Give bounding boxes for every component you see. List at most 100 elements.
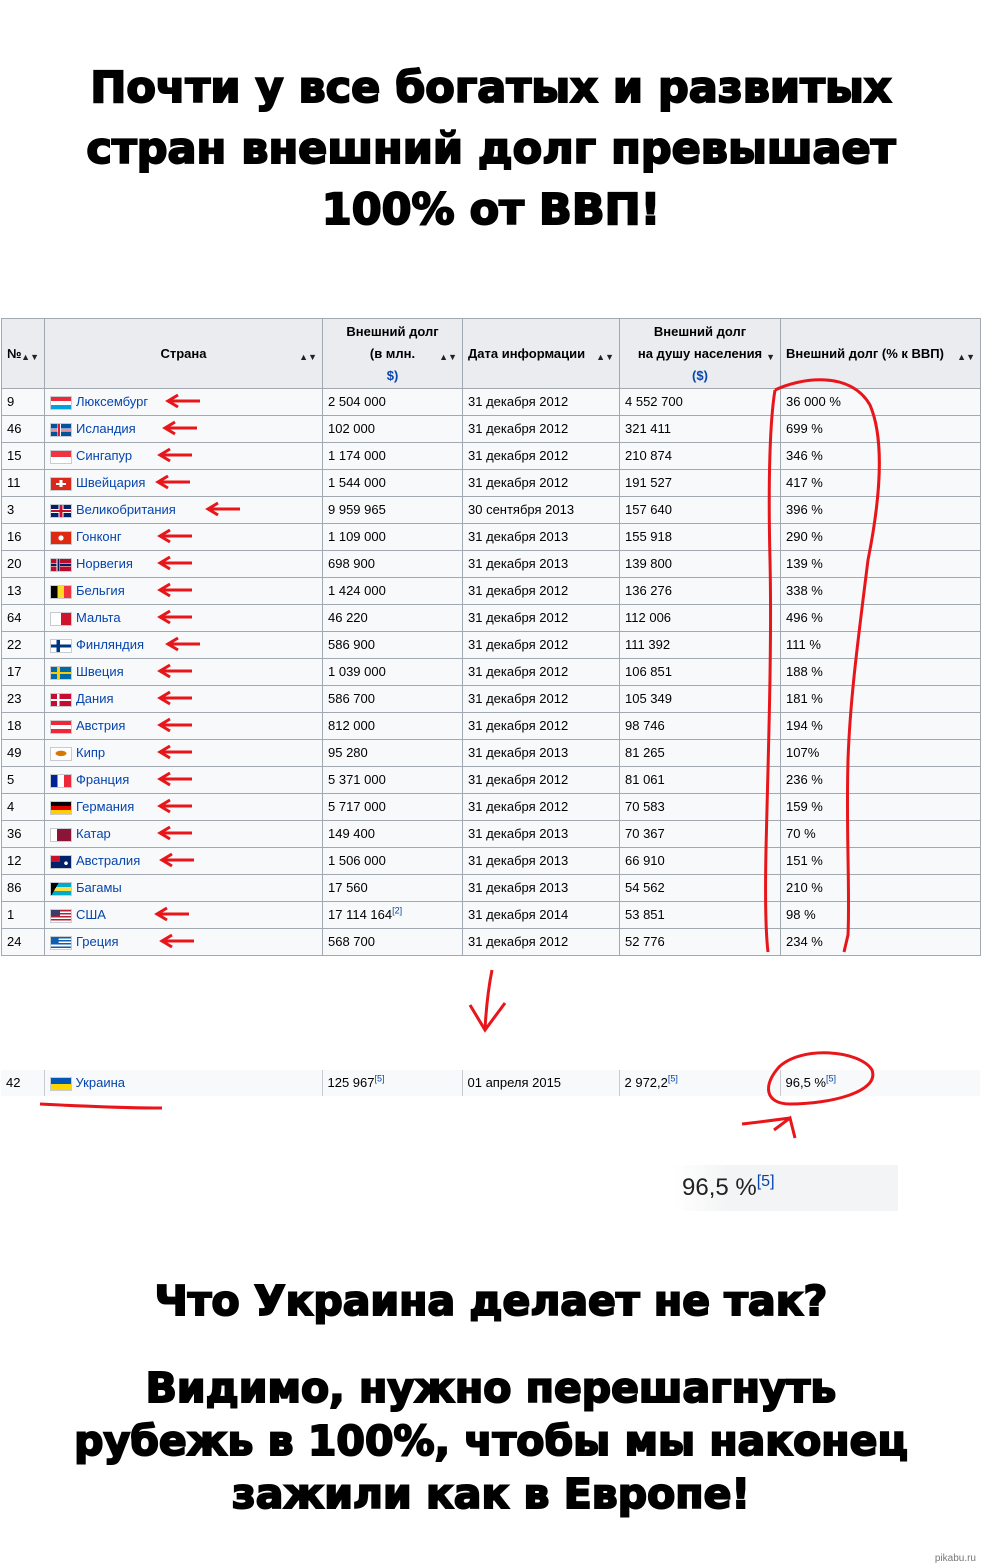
cell-debt: 102 000: [322, 415, 463, 443]
ukraine-row: 42 Украина 125 967[5] 01 апреля 2015 2 9…: [1, 1070, 980, 1096]
country-link[interactable]: Греция: [76, 934, 119, 949]
table-row: 86 Багамы 17 560 31 декабря 2013 54 562 210 %: [1, 874, 981, 902]
cell-per-capita: 191 527: [619, 469, 781, 497]
reference-link[interactable]: [5]: [375, 1074, 385, 1084]
country-link[interactable]: Мальта: [76, 610, 121, 625]
country-link[interactable]: Багамы: [76, 880, 122, 895]
conclusion-line: зажили как в Европе!: [231, 1469, 751, 1519]
sort-icon[interactable]: ▲▼: [596, 346, 614, 368]
cell-country: Бельгия: [44, 577, 323, 605]
table-row: 36 Катар 149 400 31 декабря 2013 70 367 70 %: [1, 820, 981, 848]
flag-au-icon: [50, 854, 72, 869]
title-line: стран внешний долг превышает: [85, 123, 896, 175]
country-link[interactable]: Люксембург: [76, 394, 148, 409]
currency-link[interactable]: $): [328, 365, 457, 387]
reference-link[interactable]: [2]: [392, 906, 402, 916]
cell-debt: 17 114 164[2]: [322, 901, 463, 929]
country-link[interactable]: Великобритания: [76, 502, 176, 517]
table-row: 46 Исландия 102 000 31 декабря 2012 321 411 6…: [1, 415, 981, 443]
cell-date: 31 декабря 2012: [462, 415, 620, 443]
country-link[interactable]: Кипр: [76, 745, 105, 760]
country-link[interactable]: Дания: [76, 691, 114, 706]
cell-date: 31 декабря 2014: [462, 901, 620, 929]
cell-pct: 496 %: [780, 604, 981, 632]
sort-icon[interactable]: ▲▼: [957, 346, 975, 368]
cell-country: Дания: [44, 685, 323, 713]
cell-pct: 338 %: [780, 577, 981, 605]
conclusion-line: рубежь в 100%, чтобы мы наконец: [73, 1416, 909, 1466]
column-header-debt[interactable]: Внешний долг (в млн. $) ▲▼: [322, 318, 463, 389]
cell-num: 15: [1, 442, 45, 470]
cell-per-capita: 4 552 700: [619, 388, 781, 416]
country-link[interactable]: Украина: [76, 1075, 126, 1090]
country-link[interactable]: Финляндия: [76, 637, 144, 652]
currency-link[interactable]: ($): [625, 365, 775, 387]
country-link[interactable]: Австрия: [76, 718, 125, 733]
column-header-debt-pct-gdp[interactable]: Внешний долг (% к ВВП) ▲▼: [780, 318, 981, 389]
cell-per-capita: 53 851: [619, 901, 781, 929]
sort-desc-icon[interactable]: ▼: [766, 346, 775, 368]
cell-num: 36: [1, 820, 45, 848]
sort-icon[interactable]: ▲▼: [299, 346, 317, 368]
cell-num: 4: [1, 793, 45, 821]
conclusion-line: Видимо, нужно перешагнуть: [145, 1363, 838, 1413]
cell-pct: 36 000 %: [780, 388, 981, 416]
cell-country: Франция: [44, 766, 323, 794]
reference-link[interactable]: [5]: [668, 1074, 678, 1084]
cell-debt: 9 959 965: [322, 496, 463, 524]
cell-pct: 346 %: [780, 442, 981, 470]
column-header-date[interactable]: Дата информации ▲▼: [462, 318, 620, 389]
country-link[interactable]: Швеция: [76, 664, 124, 679]
table-row: 17 Швеция 1 039 000 31 декабря 2012 106 851 1…: [1, 658, 981, 686]
cell-date: 31 декабря 2012: [462, 766, 620, 794]
cell-num: 12: [1, 847, 45, 875]
flag-at-icon: [50, 719, 72, 734]
country-link[interactable]: Швейцария: [76, 475, 145, 490]
country-link[interactable]: Катар: [76, 826, 111, 841]
cell-date: 31 декабря 2012: [462, 712, 620, 740]
column-header-per-capita[interactable]: Внешний долг на душу населения ($) ▼: [619, 318, 781, 389]
country-link[interactable]: США: [76, 907, 106, 922]
cell-pct: 234 %: [780, 928, 981, 956]
country-link[interactable]: Бельгия: [76, 583, 125, 598]
cell-num: 16: [1, 523, 45, 551]
table-row: 24 Греция 568 700 31 декабря 2012 52 776 234 …: [1, 928, 981, 956]
country-link[interactable]: Норвегия: [76, 556, 133, 571]
country-link[interactable]: Австралия: [76, 853, 140, 868]
column-header-num[interactable]: № ▲▼: [1, 318, 45, 389]
cell-pct: 111 %: [780, 631, 981, 659]
cell-date: 31 декабря 2013: [462, 820, 620, 848]
cell-num: 24: [1, 928, 45, 956]
cell-debt: 586 900: [322, 631, 463, 659]
cell-date: 31 декабря 2012: [462, 577, 620, 605]
cell-pct: 96,5 %[5]: [779, 1070, 980, 1096]
country-link[interactable]: Германия: [76, 799, 134, 814]
country-link[interactable]: Гонконг: [76, 529, 122, 544]
cell-pct: 194 %: [780, 712, 981, 740]
cell-debt: 1 544 000: [322, 469, 463, 497]
cell-date: 31 декабря 2012: [462, 631, 620, 659]
cell-date: 01 апреля 2015: [461, 1070, 619, 1096]
column-header-country[interactable]: Страна ▲▼: [44, 318, 323, 389]
cell-date: 31 декабря 2013: [462, 550, 620, 578]
sort-icon[interactable]: ▲▼: [439, 346, 457, 368]
reference-link[interactable]: [5]: [826, 1074, 836, 1084]
country-link[interactable]: Франция: [76, 772, 129, 787]
country-link[interactable]: Сингапур: [76, 448, 132, 463]
watermark: pikabu.ru: [934, 1553, 976, 1564]
cell-per-capita: 81 265: [619, 739, 781, 767]
table-row: 11 Швейцария 1 544 000 31 декабря 2012 191 5…: [1, 469, 981, 497]
country-link[interactable]: Исландия: [76, 421, 136, 436]
cell-date: 30 сентября 2013: [462, 496, 620, 524]
cell-pct: 139 %: [780, 550, 981, 578]
sort-icon[interactable]: ▲▼: [21, 346, 39, 368]
red-up-arrow-annotation: [741, 1115, 797, 1139]
flag-us-icon: [50, 908, 72, 923]
flag-be-icon: [50, 584, 72, 599]
cell-num: 20: [1, 550, 45, 578]
cell-country: Сингапур: [44, 442, 323, 470]
cell-country: Швеция: [44, 658, 323, 686]
flag-fr-icon: [50, 773, 72, 788]
flag-lu-icon: [50, 395, 72, 410]
table-row: 4 Германия 5 717 000 31 декабря 2012 70 583 1…: [1, 793, 981, 821]
